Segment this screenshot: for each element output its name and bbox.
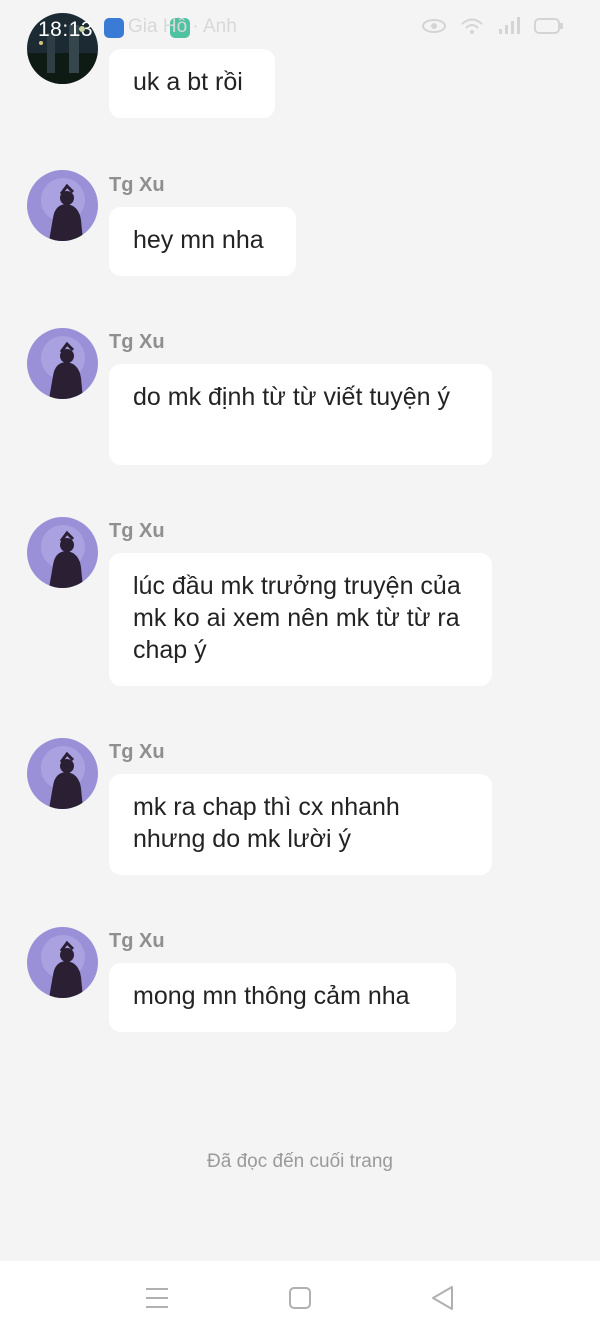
sender-name: Tg Xu: [109, 520, 165, 542]
message-bubble[interactable]: do mk định từ từ viết tuyện ý: [109, 364, 492, 465]
status-title: Gia Hồ · Anh: [128, 16, 237, 37]
sender-name: Tg Xu: [109, 930, 165, 952]
signal-icon: [499, 17, 520, 34]
end-of-page-note: Đã đọc đến cuối trang: [207, 1151, 393, 1172]
eye-icon: [422, 19, 446, 33]
message-bubble[interactable]: uk a bt rồi: [109, 49, 275, 118]
battery-icon: [534, 18, 563, 34]
message-bubble[interactable]: mong mn thông cảm nha: [109, 963, 456, 1032]
purple-silhouette-avatar[interactable]: [27, 738, 98, 809]
status-time: 18:13: [38, 18, 94, 41]
menu-icon[interactable]: [142, 1283, 172, 1313]
status-right-icons: [422, 17, 564, 35]
message-bubble[interactable]: lúc đầu mk trưởng truyện của mk ko ai xe…: [109, 553, 492, 686]
sender-name: Tg Xu: [109, 174, 165, 196]
message-bubble[interactable]: mk ra chap thì cx nhanh nhưng do mk lười…: [109, 774, 492, 875]
message-bubble[interactable]: hey mn nha: [109, 207, 296, 276]
purple-silhouette-avatar[interactable]: [27, 170, 98, 241]
purple-silhouette-avatar[interactable]: [27, 517, 98, 588]
system-nav-bar: [0, 1261, 600, 1333]
sender-name: Tg Xu: [109, 331, 165, 353]
sender-name: Tg Xu: [109, 741, 165, 763]
purple-silhouette-avatar[interactable]: [27, 328, 98, 399]
wifi-icon: [461, 18, 483, 34]
shield-app-icon: [104, 18, 124, 38]
home-square-icon[interactable]: [285, 1283, 315, 1313]
purple-silhouette-avatar[interactable]: [27, 927, 98, 998]
back-triangle-icon[interactable]: [428, 1283, 458, 1313]
